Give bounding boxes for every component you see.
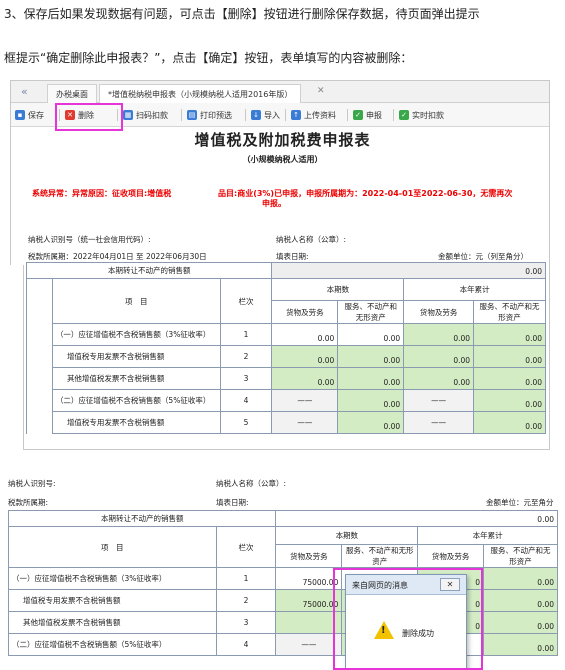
input-cell[interactable]: 0.00 [337, 323, 405, 346]
input-cell[interactable]: 0.00 [473, 367, 546, 390]
input-cell[interactable]: 75000.00 [275, 567, 343, 590]
fill-date-label: 填表日期: [276, 252, 309, 261]
col-service-header: 服务、不动产和无形资产 [337, 300, 405, 324]
amount-unit-label-2: 金额单位：元至角分 [486, 498, 554, 507]
input-cell[interactable]: 0.00 [337, 345, 405, 368]
scan-pay-button[interactable]: ▦ 扫码扣款 [123, 108, 168, 122]
tab-home[interactable]: 办税桌面 [47, 84, 97, 103]
col-year-header: 本年累计 [403, 278, 546, 301]
input-cell[interactable]: 75000.00 [275, 589, 343, 612]
table-cell: 0.00 [275, 510, 558, 527]
input-cell[interactable]: 0.00 [337, 389, 405, 412]
col-goods-header: 货物及劳务 [271, 300, 339, 324]
col-period-header: 本期数 [271, 278, 405, 301]
input-cell[interactable]: 0.00 [403, 367, 475, 390]
input-cell[interactable]: 0.00 [483, 567, 558, 590]
print-preview-button[interactable]: ▤ 打印预选 [187, 108, 232, 122]
input-cell[interactable]: 0.00 [473, 345, 546, 368]
tax-period-label-2: 税款所属期: [8, 498, 49, 507]
error-message-right-cont: 申报。 [262, 199, 286, 208]
input-cell[interactable]: 0.00 [473, 411, 546, 434]
input-cell[interactable] [275, 611, 343, 634]
tax-period-label: 税款所属期：2022年04月01日 至 2022年06月30日 [28, 252, 207, 261]
col-item-header: 项 目 [8, 526, 217, 568]
col-period-header: 本期数 [275, 526, 419, 545]
save-icon: ▪ [15, 110, 25, 120]
error-message-left: 系统异常：异常原因：征收项目:增值税 [32, 189, 172, 198]
form-subtitle: （小规模纳税人适用） [242, 155, 323, 164]
input-cell[interactable]: 0.00 [483, 589, 558, 612]
input-cell[interactable]: 0.00 [473, 389, 546, 412]
instruction-line-2: 框提示“确定删除此申报表？”，点击【确定】按钮，表单填写的内容被删除： [4, 51, 413, 65]
taxpayer-id-label: 纳税人识别号（统一社会信用代码）: [28, 235, 151, 244]
col-goods-header: 货物及劳务 [403, 300, 475, 324]
input-cell[interactable]: 0.00 [337, 367, 405, 390]
fill-date-label-2: 填表日期: [216, 498, 249, 507]
col-goods-header: 货物及劳务 [275, 544, 343, 568]
col-year-header: 本年累计 [417, 526, 558, 545]
declaration-table: 本期转让不动产的销售额 0.00 项 目 栏次 本期数 本年累计 货物及劳务 服… [25, 262, 546, 434]
col-seq-header: 栏次 [219, 278, 273, 324]
input-cell[interactable]: 0.00 [483, 611, 558, 634]
save-button[interactable]: ▪ 保存 [15, 108, 44, 122]
print-icon: ▤ [187, 110, 197, 120]
tab-bar: « 办税桌面 *增值税纳税申报表（小规模纳税人适用2016年版） ✕ [11, 81, 549, 103]
col-goods-header: 货物及劳务 [417, 544, 485, 568]
row-label: 本期转让不动产的销售额 [7, 510, 277, 527]
taxpayer-id-label-2: 纳税人识别号: [8, 479, 56, 488]
table-row: （一）应征增值税不含税销售额（3%征收率） 1 0.00 0.00 0.00 0… [27, 323, 546, 346]
upload-icon: ↑ [291, 110, 301, 120]
sidebar-strip [10, 265, 24, 450]
row-label: 本期转让不动产的销售额 [25, 262, 273, 279]
declare-button[interactable]: ✓ 申报 [353, 108, 382, 122]
dialog-highlight-box [333, 568, 483, 670]
input-cell[interactable]: 0.00 [483, 633, 558, 656]
col-service-header: 服务、不动产和无形资产 [473, 300, 546, 324]
col-service-header: 服务、不动产和无形资产 [483, 544, 558, 568]
scan-icon: ▦ [123, 110, 133, 120]
input-cell[interactable]: 0.00 [337, 411, 405, 434]
check-icon: ✓ [399, 110, 409, 120]
realtime-pay-button[interactable]: ✓ 实时扣款 [399, 108, 444, 122]
table-row: （二）应征增值税不含税销售额（5%征收率） 4 —— 0.00 —— 0.00 [27, 389, 546, 412]
amount-unit-label: 金额单位：元（列至角分） [438, 252, 528, 261]
input-cell[interactable]: 0.00 [271, 323, 339, 346]
input-cell[interactable]: 0.00 [473, 323, 546, 346]
tab-close-icon[interactable]: ✕ [317, 86, 325, 96]
input-cell[interactable]: 0.00 [403, 323, 475, 346]
import-icon: ↓ [251, 110, 261, 120]
check-icon: ✓ [353, 110, 363, 120]
upload-button[interactable]: ↑ 上传资料 [291, 108, 336, 122]
form-title: 增值税及附加税费申报表 [194, 131, 371, 149]
import-button[interactable]: ↓ 导入 [251, 108, 280, 122]
input-cell[interactable]: 0.00 [403, 345, 475, 368]
col-seq-header: 栏次 [215, 526, 277, 568]
instruction-line-1: 3、保存后如果发现数据有问题，可点击【删除】按钮进行删除保存数据，待页面弹出提示 [4, 7, 480, 21]
table-row: 其他增值税发票不含税销售额 3 0.00 0.00 0.00 0.00 [27, 367, 546, 390]
table-row: 增值税专用发票不含税销售额 5 —— 0.00 —— 0.00 [27, 411, 546, 434]
col-service-header: 服务、不动产和无形资产 [341, 544, 419, 568]
taxpayer-name-label-2: 纳税人名称（公章）: [216, 479, 287, 488]
tab-declaration-form[interactable]: *增值税纳税申报表（小规模纳税人适用2016年版） [99, 84, 302, 103]
col-item-header: 项 目 [51, 278, 221, 324]
input-cell[interactable]: 0.00 [271, 345, 339, 368]
input-cell[interactable]: 0.00 [271, 367, 339, 390]
table-row: 增值税专用发票不含税销售额 2 0.00 0.00 0.00 0.00 [27, 345, 546, 368]
delete-highlight-box [55, 103, 123, 131]
tab-back-icon[interactable]: « [21, 85, 28, 98]
taxpayer-name-label: 纳税人名称（公章）: [276, 235, 347, 244]
table-cell: 0.00 [271, 262, 546, 279]
